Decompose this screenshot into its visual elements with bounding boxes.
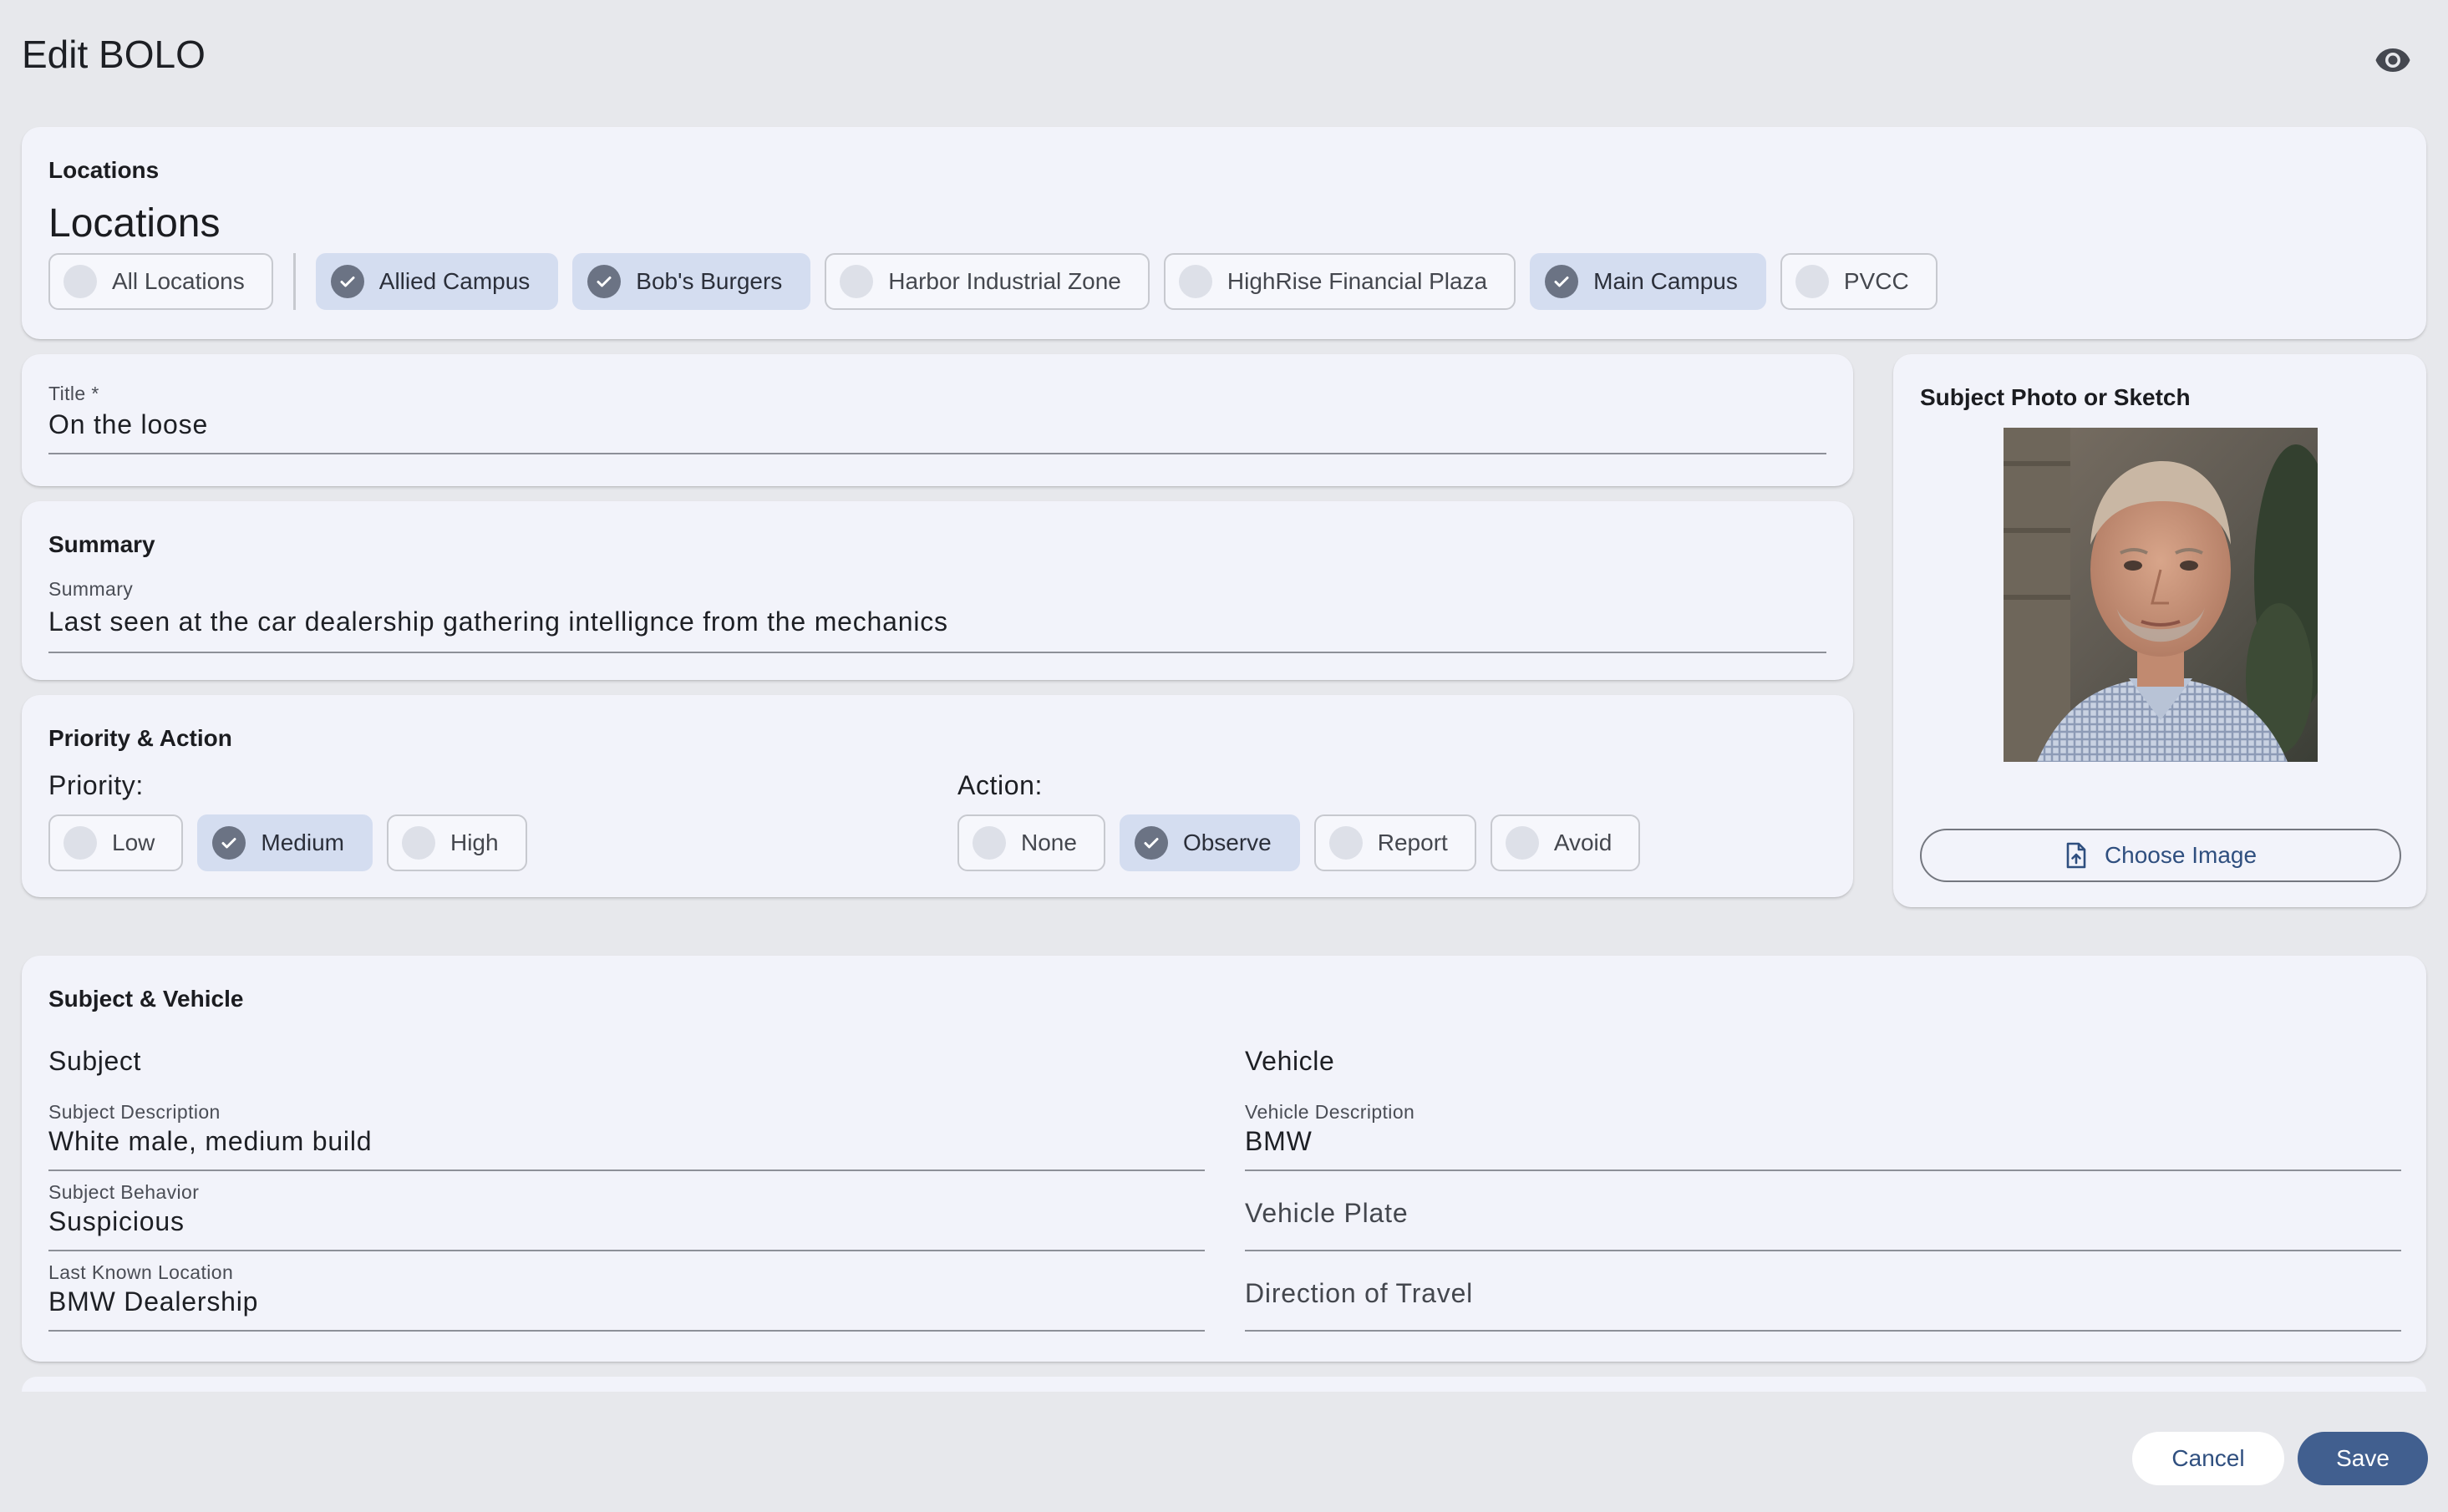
unchecked-circle-icon — [1795, 265, 1829, 298]
chip-label: Low — [112, 830, 155, 855]
summary-card-title: Summary — [48, 531, 155, 557]
chip-label: Harbor Industrial Zone — [888, 268, 1121, 294]
chip-label: High — [449, 830, 499, 855]
file-upload-icon — [2066, 842, 2086, 869]
chip-priority-medium[interactable]: Medium — [197, 814, 373, 871]
title-field-value: On the loose — [48, 409, 209, 439]
page-title: Edit BOLO — [22, 33, 206, 76]
priority-action-card-title: Priority & Action — [48, 725, 232, 751]
summary-field-value: Last seen at the car dealership gatherin… — [48, 606, 948, 637]
check-circle-icon — [1134, 826, 1168, 860]
chip-label: PVCC — [1843, 268, 1909, 294]
last-known-location-field[interactable]: Last Known Location BMW Dealership — [48, 1261, 1205, 1332]
priority-action-card: Priority & Action Priority: Low Medium H… — [22, 695, 1853, 897]
title-field[interactable]: Title * On the loose — [48, 383, 1826, 454]
unchecked-circle-icon — [401, 826, 435, 860]
summary-field[interactable]: Summary Last seen at the car dealership … — [48, 578, 1826, 653]
chip-label: Report — [1377, 830, 1448, 855]
subject-description-value: White male, medium build — [48, 1126, 373, 1156]
chip-label: HighRise Financial Plaza — [1227, 268, 1488, 294]
chip-bobs-burgers[interactable]: Bob's Burgers — [572, 253, 811, 310]
summary-card: Summary Summary Last seen at the car dea… — [22, 501, 1853, 680]
check-circle-icon — [330, 265, 364, 298]
unchecked-circle-icon — [63, 826, 97, 860]
summary-field-label: Summary — [48, 578, 134, 600]
vehicle-description-value: BMW — [1245, 1126, 1313, 1156]
locations-card-title: Locations — [48, 157, 160, 183]
action-label: Action: — [957, 770, 1044, 800]
chip-allied-campus[interactable]: Allied Campus — [315, 253, 559, 310]
chip-label: Medium — [261, 830, 344, 855]
unchecked-circle-icon — [840, 265, 874, 298]
action-chip-row: None Observe Report Avoid — [957, 814, 1654, 871]
last-known-location-label: Last Known Location — [48, 1261, 234, 1283]
locations-chip-row: All Locations Allied Campus Bob's Burger… — [48, 253, 1952, 310]
unchecked-circle-icon — [973, 826, 1006, 860]
chip-divider — [292, 253, 296, 310]
subject-behavior-field[interactable]: Subject Behavior Suspicious — [48, 1181, 1205, 1251]
chip-action-report[interactable]: Report — [1313, 814, 1476, 871]
vehicle-plate-placeholder: Vehicle Plate — [1245, 1198, 1409, 1228]
priority-label: Priority: — [48, 770, 144, 800]
chip-action-none[interactable]: None — [957, 814, 1105, 871]
subject-heading: Subject — [48, 1046, 141, 1076]
unchecked-circle-icon — [1328, 826, 1363, 860]
subject-description-label: Subject Description — [48, 1101, 221, 1123]
chip-label: All Locations — [112, 268, 245, 294]
unchecked-circle-icon — [1505, 826, 1539, 860]
save-button[interactable]: Save — [2298, 1432, 2428, 1485]
chip-label: Main Campus — [1593, 268, 1738, 294]
direction-of-travel-field[interactable]: Direction of Travel — [1245, 1261, 2401, 1332]
title-card: Title * On the loose — [22, 354, 1853, 486]
chip-action-avoid[interactable]: Avoid — [1490, 814, 1641, 871]
subject-photo — [2004, 428, 2318, 762]
subject-vehicle-card-title: Subject & Vehicle — [48, 986, 244, 1012]
eye-icon — [2375, 48, 2410, 72]
chip-pvcc[interactable]: PVCC — [1780, 253, 1938, 310]
locations-card: Locations Locations All Locations Allied… — [22, 127, 2426, 339]
chip-priority-low[interactable]: Low — [48, 814, 184, 871]
chip-harbor-industrial-zone[interactable]: Harbor Industrial Zone — [825, 253, 1150, 310]
unchecked-circle-icon — [1178, 265, 1212, 298]
chip-all-locations[interactable]: All Locations — [48, 253, 273, 310]
unchecked-circle-icon — [63, 265, 97, 298]
subject-photo-image — [2004, 428, 2318, 762]
chip-label: Bob's Burgers — [636, 268, 783, 294]
cancel-button[interactable]: Cancel — [2132, 1432, 2284, 1485]
vehicle-plate-field[interactable]: Vehicle Plate — [1245, 1181, 2401, 1251]
chip-action-observe[interactable]: Observe — [1119, 814, 1300, 871]
subject-behavior-label: Subject Behavior — [48, 1181, 200, 1203]
preview-button[interactable] — [2369, 37, 2416, 84]
choose-image-label: Choose Image — [2104, 842, 2258, 868]
chip-label: Allied Campus — [378, 268, 531, 294]
chip-label: Observe — [1182, 830, 1272, 855]
vehicle-description-label: Vehicle Description — [1245, 1101, 1415, 1123]
title-field-label: Title * — [48, 383, 99, 404]
chip-priority-high[interactable]: High — [386, 814, 527, 871]
choose-image-button[interactable]: Choose Image — [1920, 829, 2401, 882]
check-circle-icon — [212, 826, 246, 860]
subject-photo-card-title: Subject Photo or Sketch — [1920, 384, 2191, 410]
check-circle-icon — [1545, 265, 1579, 298]
chip-main-campus[interactable]: Main Campus — [1530, 253, 1766, 310]
subject-vehicle-card: Subject & Vehicle Subject Vehicle Subjec… — [22, 956, 2426, 1362]
subject-behavior-value: Suspicious — [48, 1206, 185, 1236]
vehicle-heading: Vehicle — [1245, 1046, 1335, 1076]
priority-chip-row: Low Medium High — [48, 814, 541, 871]
next-card-peek — [22, 1377, 2426, 1392]
locations-heading: Locations — [48, 201, 221, 246]
chip-highrise-financial-plaza[interactable]: HighRise Financial Plaza — [1163, 253, 1516, 310]
direction-of-travel-placeholder: Direction of Travel — [1245, 1278, 1474, 1308]
chip-label: None — [1021, 830, 1077, 855]
last-known-location-value: BMW Dealership — [48, 1286, 259, 1317]
subject-description-field[interactable]: Subject Description White male, medium b… — [48, 1101, 1205, 1171]
vehicle-description-field[interactable]: Vehicle Description BMW — [1245, 1101, 2401, 1171]
check-circle-icon — [587, 265, 622, 298]
chip-label: Avoid — [1553, 830, 1613, 855]
